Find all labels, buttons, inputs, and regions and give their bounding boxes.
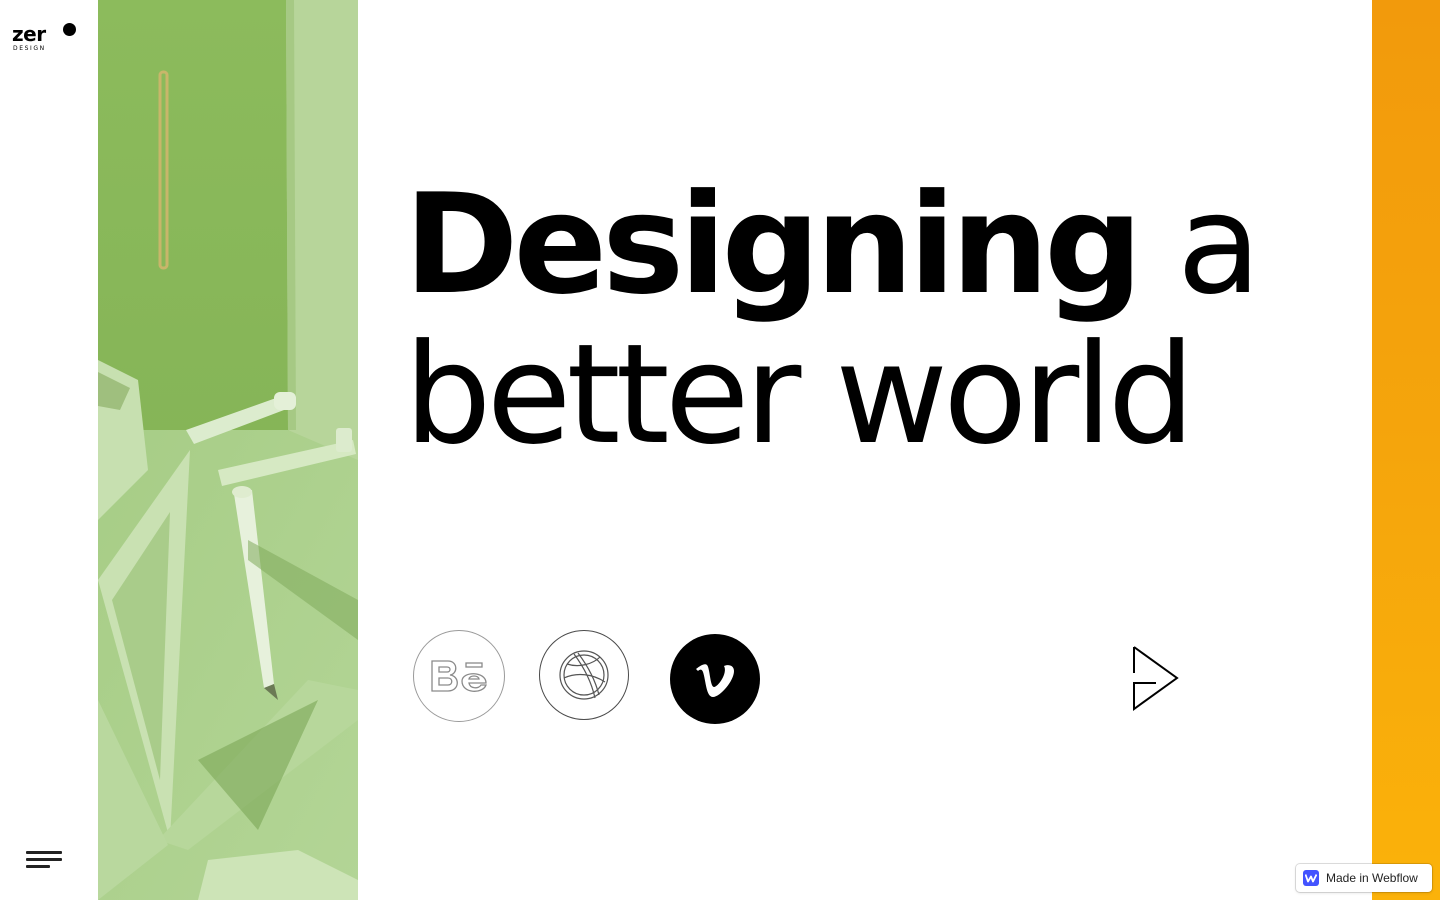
behance-button[interactable] — [413, 630, 505, 722]
logo-subtitle: DESIGN — [13, 45, 46, 52]
play-arrow-icon[interactable] — [1130, 645, 1182, 713]
hero-line-1: Designing a — [404, 170, 1304, 320]
vimeo-icon — [696, 664, 734, 697]
logo-dot — [63, 23, 76, 36]
accent-strip — [1372, 0, 1440, 900]
hero-photo — [98, 0, 358, 900]
brand-logo[interactable]: zer DESIGN — [12, 20, 80, 56]
webflow-badge-label: Made in Webflow — [1326, 871, 1418, 885]
hero-heading: Designing a better world — [404, 170, 1304, 470]
left-rail: zer DESIGN — [0, 0, 98, 900]
vimeo-button[interactable] — [670, 634, 760, 724]
dribbble-button[interactable] — [539, 630, 629, 720]
logo-wordmark: zer — [12, 22, 46, 46]
dribbble-icon — [559, 650, 609, 700]
hero-word-light: a — [1137, 164, 1262, 325]
webflow-icon — [1303, 870, 1319, 886]
behance-icon — [431, 660, 487, 692]
hero-word-bold: Designing — [404, 164, 1143, 325]
hero-line-2: better world — [404, 314, 1195, 475]
webflow-badge[interactable]: Made in Webflow — [1296, 864, 1432, 892]
hamburger-menu-icon[interactable] — [26, 848, 64, 872]
